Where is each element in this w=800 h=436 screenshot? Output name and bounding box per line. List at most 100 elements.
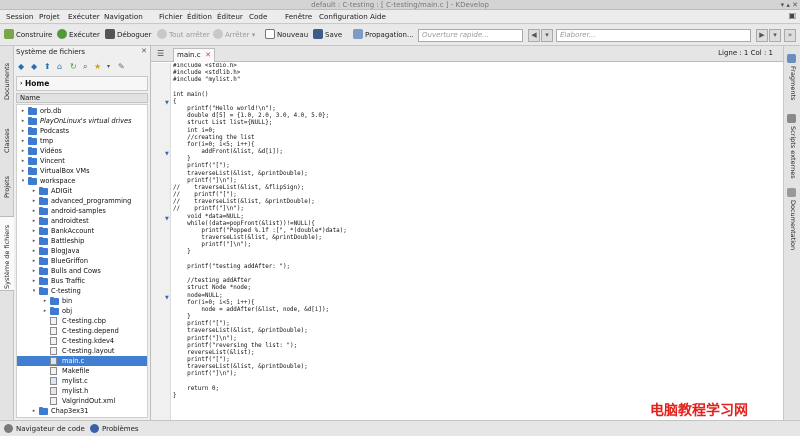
tree-folder[interactable]: ▸ PlayOnLinux's virtual drives [17, 116, 147, 126]
collapse-arrow-icon[interactable]: ▸ [20, 116, 26, 126]
menu-session[interactable]: Session [6, 12, 33, 21]
menu-projet[interactable]: Projet [39, 12, 60, 21]
menu-navigation[interactable]: Navigation [104, 12, 143, 21]
menu-executer[interactable]: Exécuter [68, 12, 100, 21]
up-icon[interactable]: ⬆ [44, 61, 51, 73]
expand-arrow-icon[interactable]: ▾ [20, 176, 26, 186]
menu-editeur[interactable]: Éditeur [217, 12, 243, 21]
quickopen-input[interactable]: Ouverture rapide... [418, 29, 523, 42]
collapse-arrow-icon[interactable]: ▸ [20, 136, 26, 146]
code-editor[interactable]: #include <stdio.h> #include <stdlib.h> #in… [173, 63, 781, 420]
collapse-arrow-icon[interactable]: ▸ [20, 146, 26, 156]
tree-folder[interactable]: ▸ Battleship [17, 236, 147, 246]
menu-fichier[interactable]: Fichier [159, 12, 183, 21]
fold-marker-icon[interactable]: ▼ [165, 100, 169, 106]
tree-folder[interactable]: ▸ Bus Traffic [17, 276, 147, 286]
collapse-arrow-icon[interactable]: ▸ [20, 126, 26, 136]
collapse-arrow-icon[interactable]: ▸ [42, 306, 48, 316]
tree-folder[interactable]: ▸ Chap3ex31 [17, 406, 147, 416]
collapse-arrow-icon[interactable]: ▸ [31, 196, 37, 206]
expand-arrow-icon[interactable]: ▾ [31, 286, 37, 296]
tab-projets[interactable]: Projets [0, 164, 14, 202]
tree-file[interactable]: mylist.c [17, 376, 147, 386]
tab-documents[interactable]: Documents [0, 54, 14, 104]
fold-marker-icon[interactable]: ▼ [165, 216, 169, 222]
collapse-arrow-icon[interactable]: ▸ [31, 226, 37, 236]
tree-folder[interactable]: ▾ workspace [17, 176, 147, 186]
elaborer-input[interactable]: Élaborer... [556, 29, 751, 42]
collapse-arrow-icon[interactable]: ▸ [31, 186, 37, 196]
nav-forward-dropdown[interactable]: ▾ [769, 29, 781, 42]
collapse-arrow-icon[interactable]: ▸ [31, 406, 37, 416]
bookmark-dropdown-icon[interactable]: ▾ [107, 61, 110, 73]
tree-folder[interactable]: ▸ android-samples [17, 206, 147, 216]
window-controls[interactable]: ▾ ▴ ✕ [781, 0, 798, 10]
collapse-arrow-icon[interactable]: ▸ [31, 276, 37, 286]
run-button[interactable]: Exécuter [57, 29, 100, 42]
back-icon[interactable]: ◆ [18, 61, 24, 73]
save-button[interactable]: Save [313, 29, 342, 42]
tree-folder[interactable]: ▸ advanced_programming [17, 196, 147, 206]
tab-classes[interactable]: Classes [0, 118, 14, 156]
bookmark-icon[interactable]: ★ [94, 61, 101, 73]
location-bar[interactable]: › Home [16, 76, 148, 91]
tree-folder[interactable]: ▸ orb.db [17, 106, 147, 116]
new-button[interactable]: Nouveau [265, 29, 308, 42]
collapse-arrow-icon[interactable]: ▸ [20, 166, 26, 176]
window-menu-icon[interactable]: ▣ [788, 11, 796, 20]
reload-icon[interactable]: ↻ [70, 61, 77, 73]
collapse-arrow-icon[interactable]: ▸ [31, 416, 37, 417]
settings-icon[interactable]: ✎ [118, 61, 125, 73]
tree-folder[interactable]: ▸ Vincent [17, 156, 147, 166]
toolbar-extension-button[interactable]: » [784, 29, 796, 42]
menu-code[interactable]: Code [249, 12, 267, 21]
forward-icon[interactable]: ◆ [31, 61, 37, 73]
tree-folder[interactable]: ▸ VirtualBox VMs [17, 166, 147, 176]
collapse-arrow-icon[interactable]: ▸ [31, 266, 37, 276]
document-list-icon[interactable]: ☰ [157, 49, 164, 58]
tree-folder[interactable]: ▾ C-testing [17, 286, 147, 296]
stop-button[interactable]: Arrêter ▾ [213, 29, 255, 42]
fold-gutter[interactable]: ▼ ▼ ▼ ▼ [151, 63, 171, 420]
menu-edition[interactable]: Édition [187, 12, 212, 21]
tree-file[interactable]: main.c [17, 356, 147, 366]
stop-all-button[interactable]: Tout arrêter [157, 29, 210, 42]
tree-folder[interactable]: ▸ BlueGriffon [17, 256, 147, 266]
code-navigator-button[interactable]: Navigateur de code [4, 424, 85, 433]
tree-folder[interactable]: ▸ bin [17, 296, 147, 306]
tree-file[interactable]: ValgrindOut.xml [17, 396, 147, 406]
collapse-arrow-icon[interactable]: ▸ [31, 236, 37, 246]
collapse-arrow-icon[interactable]: ▸ [31, 256, 37, 266]
tree-file[interactable]: C-testing.depend [17, 326, 147, 336]
tree-folder[interactable]: ▸ androidtest [17, 216, 147, 226]
tree-folder[interactable]: ▸ ADIGit [17, 186, 147, 196]
home-icon[interactable]: ⌂ [57, 61, 62, 73]
menu-aide[interactable]: Aide [370, 12, 386, 21]
tab-main-c[interactable]: main.c ✕ [173, 48, 215, 62]
tree-folder[interactable]: ▸ CIA World Factbook [17, 416, 147, 417]
tree-file[interactable]: Makefile [17, 366, 147, 376]
menu-fenetre[interactable]: Fenêtre [285, 12, 312, 21]
tree-folder[interactable]: ▸ obj [17, 306, 147, 316]
collapse-arrow-icon[interactable]: ▸ [20, 156, 26, 166]
build-button[interactable]: Construire [4, 29, 52, 42]
nav-back-dropdown[interactable]: ▾ [541, 29, 553, 42]
tree-folder[interactable]: ▸ Vidéos [17, 146, 147, 156]
close-tab-icon[interactable]: ✕ [205, 49, 211, 61]
collapse-arrow-icon[interactable]: ▸ [31, 216, 37, 226]
nav-back-button[interactable]: ◀ [528, 29, 540, 42]
tree-folder[interactable]: ▸ BankAccount [17, 226, 147, 236]
fold-marker-icon[interactable]: ▼ [165, 295, 169, 301]
tree-file[interactable]: mylist.h [17, 386, 147, 396]
nav-forward-button[interactable]: ▶ [756, 29, 768, 42]
collapse-arrow-icon[interactable]: ▸ [31, 246, 37, 256]
panel-close-icon[interactable]: ✕ [141, 47, 147, 55]
tab-systeme-fichiers[interactable]: Système de fichiers [0, 216, 14, 291]
tree-folder[interactable]: ▸ Podcasts [17, 126, 147, 136]
tree-folder[interactable]: ▸ tmp [17, 136, 147, 146]
tree-file[interactable]: C-testing.layout [17, 346, 147, 356]
problems-button[interactable]: Problèmes [90, 424, 139, 433]
menu-configuration[interactable]: Configuration [319, 12, 368, 21]
tree-file[interactable]: C-testing.kdev4 [17, 336, 147, 346]
tree-file[interactable]: C-testing.cbp [17, 316, 147, 326]
